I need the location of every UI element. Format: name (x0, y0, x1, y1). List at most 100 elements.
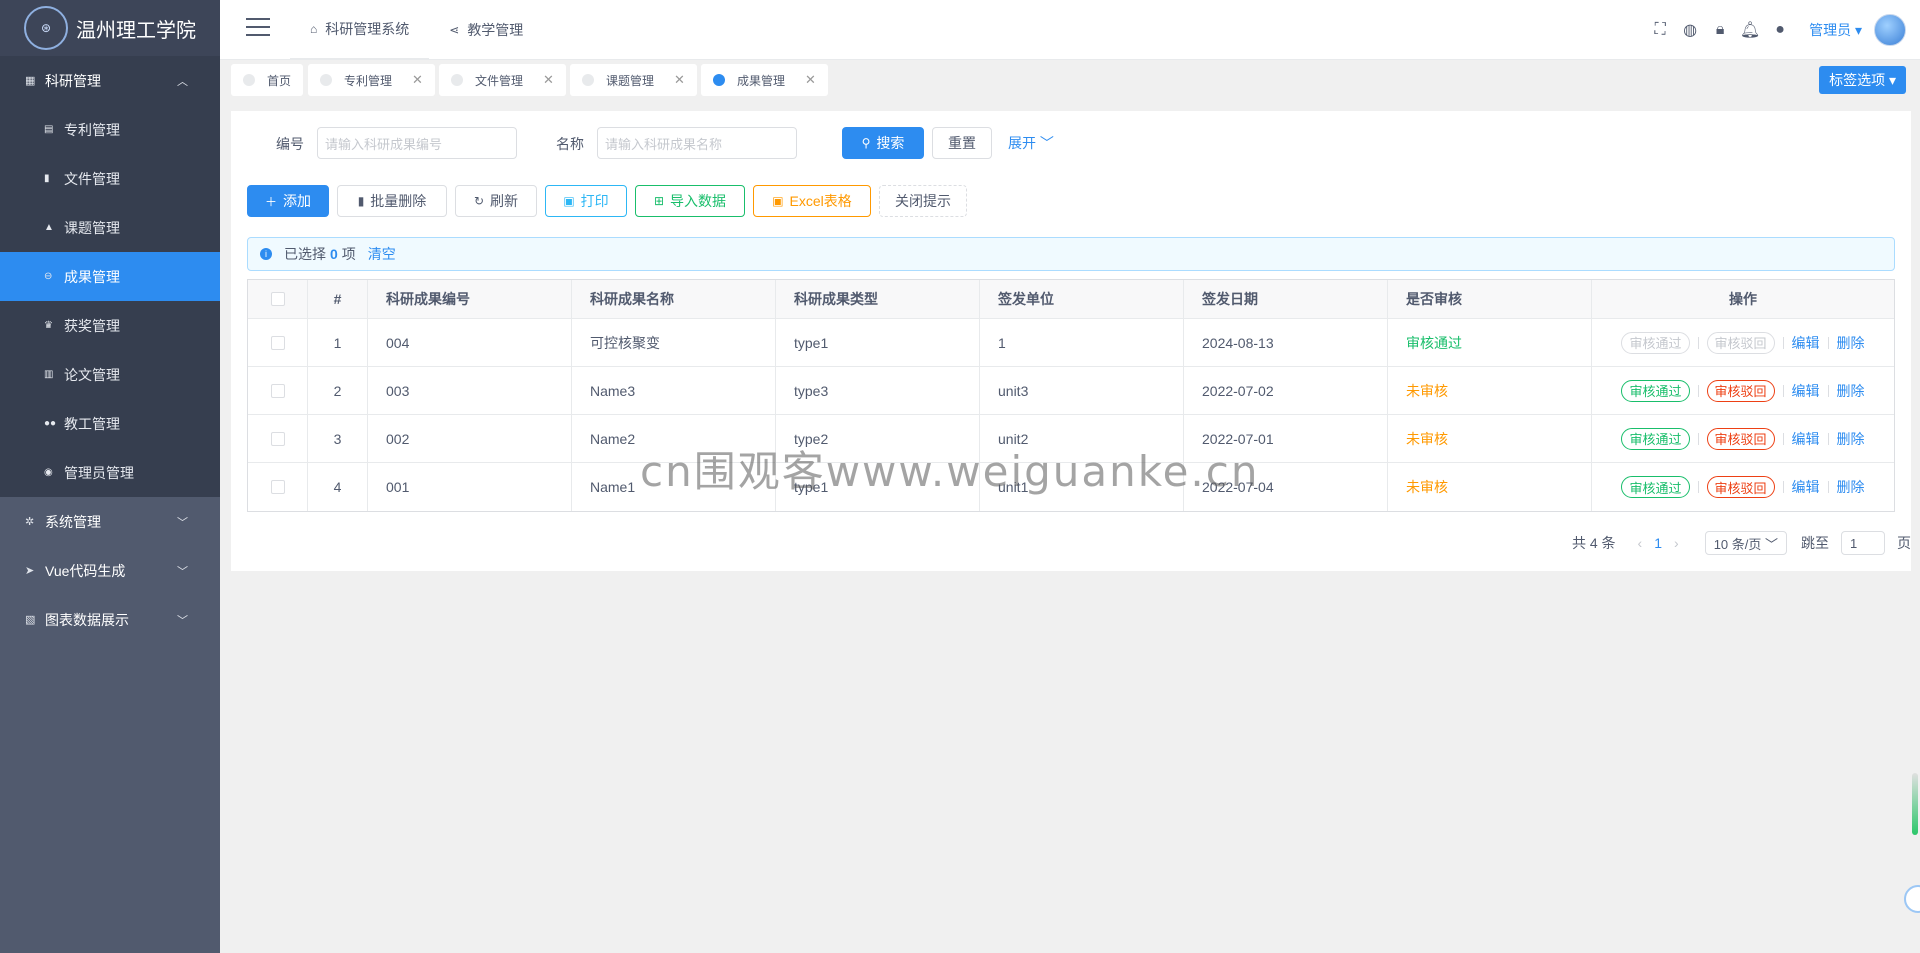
edit-link[interactable]: 编辑 (1792, 429, 1820, 449)
fullscreen-icon[interactable]: ⛶ (1645, 21, 1675, 39)
name-label: 名称 (556, 136, 584, 152)
page-size-select[interactable]: 10 条/页 ﹀ (1704, 531, 1787, 555)
jump-page-input[interactable]: 1 (1841, 531, 1885, 555)
reject-button[interactable]: 审核驳回 (1706, 379, 1775, 402)
approve-button[interactable]: 审核通过 (1621, 331, 1690, 354)
excel-button[interactable]: ▣ Excel表格 (753, 185, 871, 217)
close-icon[interactable]: ✕ (412, 72, 423, 88)
edit-link[interactable]: 编辑 (1792, 477, 1820, 497)
close-icon[interactable]: ✕ (543, 72, 554, 88)
refresh-button[interactable]: ↻ 刷新 (455, 185, 537, 217)
approve-button[interactable]: 审核通过 (1621, 427, 1690, 450)
table-row: 3 002 Name2 type2 unit2 2022-07-01 未审核 审… (248, 415, 1894, 463)
edit-link[interactable]: 编辑 (1792, 381, 1820, 401)
col-actions: 操作 (1729, 291, 1757, 307)
row-checkbox[interactable] (270, 335, 285, 350)
code-search-input[interactable]: 请输入科研成果编号 (317, 127, 517, 159)
share-icon: ⋖ (449, 23, 460, 37)
sidebar-item-file[interactable]: ▮ 文件管理 (0, 154, 220, 203)
batch-delete-button[interactable]: ▮ 批量删除 (337, 185, 447, 217)
grid-icon: ▦ (25, 75, 36, 87)
tab-achievement[interactable]: 成果管理 ✕ (701, 64, 828, 96)
expand-link[interactable]: 展开 ﹀ (1008, 133, 1054, 153)
delete-link[interactable]: 删除 (1837, 381, 1865, 401)
logo: ⊛ 温州理工学院 (0, 0, 220, 56)
github-icon[interactable]: ● (1765, 21, 1795, 39)
menu-group-vue-codegen[interactable]: ➤ Vue代码生成 ﹀ (0, 546, 220, 595)
name-search-input[interactable]: 请输入科研成果名称 (597, 127, 797, 159)
page-number[interactable]: 1 (1654, 535, 1662, 551)
print-button[interactable]: ▣ 打印 (545, 185, 627, 217)
menu-toggle-icon[interactable] (246, 18, 270, 38)
chart-icon: ▧ (25, 614, 36, 626)
file-icon: ▮ (44, 173, 50, 184)
row-actions: 审核通过 审核驳回 编辑 删除 (1592, 463, 1894, 511)
pagination: 共 4 条 ‹ 1 › 10 条/页 ﹀ 跳至 1 页 (1572, 531, 1911, 555)
menu-group-charts[interactable]: ▧ 图表数据展示 ﹀ (0, 595, 220, 644)
menu-group-research[interactable]: ▦ 科研管理 ︿ (0, 56, 220, 105)
admin-dropdown[interactable]: 管理员 ▾ (1809, 20, 1862, 40)
sidebar-item-paper[interactable]: ▥ 论文管理 (0, 350, 220, 399)
edit-link[interactable]: 编辑 (1792, 333, 1820, 353)
chevron-down-icon: ﹀ (177, 614, 188, 627)
tab-dot-icon (320, 74, 332, 86)
tab-file[interactable]: 文件管理 ✕ (439, 64, 566, 96)
refresh-icon: ↻ (473, 194, 485, 208)
tag-options-button[interactable]: 标签选项 ▾ (1819, 66, 1906, 94)
jump-label: 跳至 (1801, 535, 1829, 551)
code-label: 编号 (276, 136, 304, 152)
tab-project[interactable]: 课题管理 ✕ (570, 64, 697, 96)
delete-link[interactable]: 删除 (1837, 429, 1865, 449)
achievement-table: # 科研成果编号 科研成果名称 科研成果类型 签发单位 签发日期 是否审核 操作… (247, 279, 1895, 512)
reject-button[interactable]: 审核驳回 (1706, 331, 1775, 354)
sidebar-item-patent[interactable]: ▤ 专利管理 (0, 105, 220, 154)
top-nav-research-system[interactable]: ⌂ 科研管理系统 (290, 0, 430, 60)
add-button[interactable]: ＋ 添加 (247, 185, 329, 217)
search-button[interactable]: ⚲ 搜索 (842, 127, 924, 159)
close-tip-button[interactable]: 关闭提示 (879, 185, 967, 217)
delete-link[interactable]: 删除 (1837, 477, 1865, 497)
bell-icon[interactable]: 🔔︎ (1735, 20, 1765, 40)
sidebar-item-project[interactable]: ▲ 课题管理 (0, 203, 220, 252)
row-checkbox[interactable] (270, 480, 285, 494)
select-all-checkbox[interactable] (270, 292, 285, 306)
close-icon[interactable]: ✕ (674, 72, 685, 88)
sidebar-item-admin[interactable]: ◉ 管理员管理 (0, 448, 220, 497)
next-page-icon[interactable]: › (1674, 535, 1679, 551)
row-checkbox[interactable] (270, 383, 285, 398)
close-icon[interactable]: ✕ (805, 72, 816, 88)
scrollbar-thumb[interactable] (1912, 773, 1918, 835)
avatar[interactable] (1874, 14, 1906, 46)
globe-icon[interactable]: ◍ (1675, 20, 1705, 40)
clear-selection-link[interactable]: 清空 (368, 244, 396, 264)
status-badge: 未审核 (1388, 415, 1592, 462)
search-form: 编号 请输入科研成果编号 名称 请输入科研成果名称 ⚲ 搜索 重置 展开 ﹀ (231, 127, 1911, 159)
col-status: 是否审核 (1388, 280, 1592, 318)
approve-button[interactable]: 审核通过 (1621, 476, 1690, 498)
reject-button[interactable]: 审核驳回 (1706, 476, 1775, 498)
delete-link[interactable]: 删除 (1837, 333, 1865, 353)
row-checkbox[interactable] (270, 431, 285, 446)
sidebar-item-achievement[interactable]: ⊖ 成果管理 (0, 252, 220, 301)
import-button[interactable]: ⊞ 导入数据 (635, 185, 745, 217)
approve-button[interactable]: 审核通过 (1621, 379, 1690, 402)
send-icon: ➤ (25, 565, 35, 577)
floating-help-button[interactable] (1904, 885, 1920, 913)
search-icon: ⚲ (861, 136, 871, 150)
tab-dot-icon (582, 74, 594, 86)
tab-patent[interactable]: 专利管理 ✕ (308, 64, 435, 96)
lock-icon[interactable]: 🔒︎ (1705, 21, 1735, 39)
reset-button[interactable]: 重置 (932, 127, 992, 159)
sidebar-item-staff[interactable]: ●● 教工管理 (0, 399, 220, 448)
prev-page-icon[interactable]: ‹ (1638, 535, 1643, 551)
sidebar-item-award[interactable]: ♛ 获奖管理 (0, 301, 220, 350)
status-badge: 未审核 (1388, 463, 1592, 511)
tab-home[interactable]: 首页 (231, 64, 304, 96)
top-header: ⌂ 科研管理系统 ⋖ 教学管理 ⛶ ◍ 🔒︎ 🔔︎ ● 管理员 ▾ (220, 0, 1920, 60)
reject-button[interactable]: 审核驳回 (1706, 427, 1775, 450)
top-nav-teaching[interactable]: ⋖ 教学管理 (429, 0, 543, 60)
menu-group-system[interactable]: ✲ 系统管理 ﹀ (0, 497, 220, 546)
printer-icon: ▣ (563, 194, 575, 208)
user-circle-icon: ◉ (44, 467, 53, 478)
people-icon: ●● (44, 418, 57, 429)
